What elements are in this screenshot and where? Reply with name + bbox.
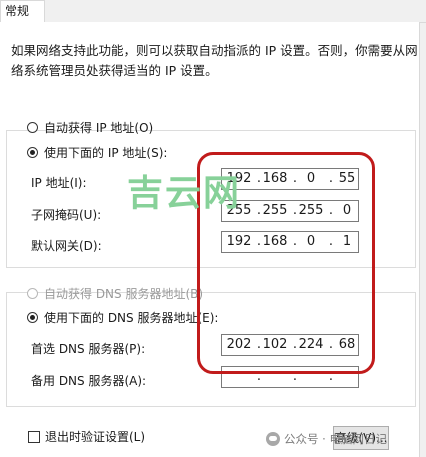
preferred-dns-label: 首选 DNS 服务器(P): <box>31 342 146 356</box>
subnet-mask-label: 子网掩码(U): <box>31 208 102 222</box>
manual-dns-label: 使用下面的 DNS 服务器地址(E): <box>44 311 219 325</box>
auto-ip-label: 自动获得 IP 地址(O) <box>44 121 154 135</box>
manual-dns-radio[interactable] <box>27 312 38 323</box>
validate-settings-row[interactable]: 退出时验证设置(L) <box>28 428 145 445</box>
tab-general[interactable]: 常规 <box>0 0 45 22</box>
auto-dns-label: 自动获得 DNS 服务器地址(B) <box>44 287 204 301</box>
ip-address-label: IP 地址(I): <box>31 176 87 190</box>
intro-line-2: 络系统管理员处获得适当的 IP 设置。 <box>11 63 218 78</box>
validate-settings-label: 退出时验证设置(L) <box>45 430 146 444</box>
manual-ip-radio[interactable] <box>27 147 38 158</box>
manual-ip-label: 使用下面的 IP 地址(S): <box>44 146 168 160</box>
auto-ip-radio-row[interactable]: 自动获得 IP 地址(O) <box>27 119 153 136</box>
auto-dns-radio-row: 自动获得 DNS 服务器地址(B) <box>27 285 203 302</box>
watermark-logo: 吉云网 <box>127 173 242 214</box>
validate-settings-checkbox[interactable] <box>28 430 40 443</box>
auto-dns-radio <box>27 288 38 299</box>
credit-text: 公众号 · 电脑网日记 <box>284 432 387 446</box>
intro-text: 如果网络支持此功能，则可以获取自动指派的 IP 设置。否则，你需要从网 络系统管… <box>11 41 418 81</box>
wechat-credit: 公众号 · 电脑网日记 <box>266 431 387 447</box>
alternate-dns-label: 备用 DNS 服务器(A): <box>31 374 147 388</box>
tab-strip: 常规 <box>0 0 426 23</box>
auto-ip-radio[interactable] <box>27 122 38 133</box>
wechat-icon <box>266 432 280 446</box>
gateway-label: 默认网关(D): <box>31 239 102 253</box>
manual-ip-radio-row[interactable]: 使用下面的 IP 地址(S): <box>27 144 171 161</box>
intro-line-1: 如果网络支持此功能，则可以获取自动指派的 IP 设置。否则，你需要从网 <box>11 43 418 58</box>
manual-dns-radio-row[interactable]: 使用下面的 DNS 服务器地址(E): <box>27 309 222 326</box>
